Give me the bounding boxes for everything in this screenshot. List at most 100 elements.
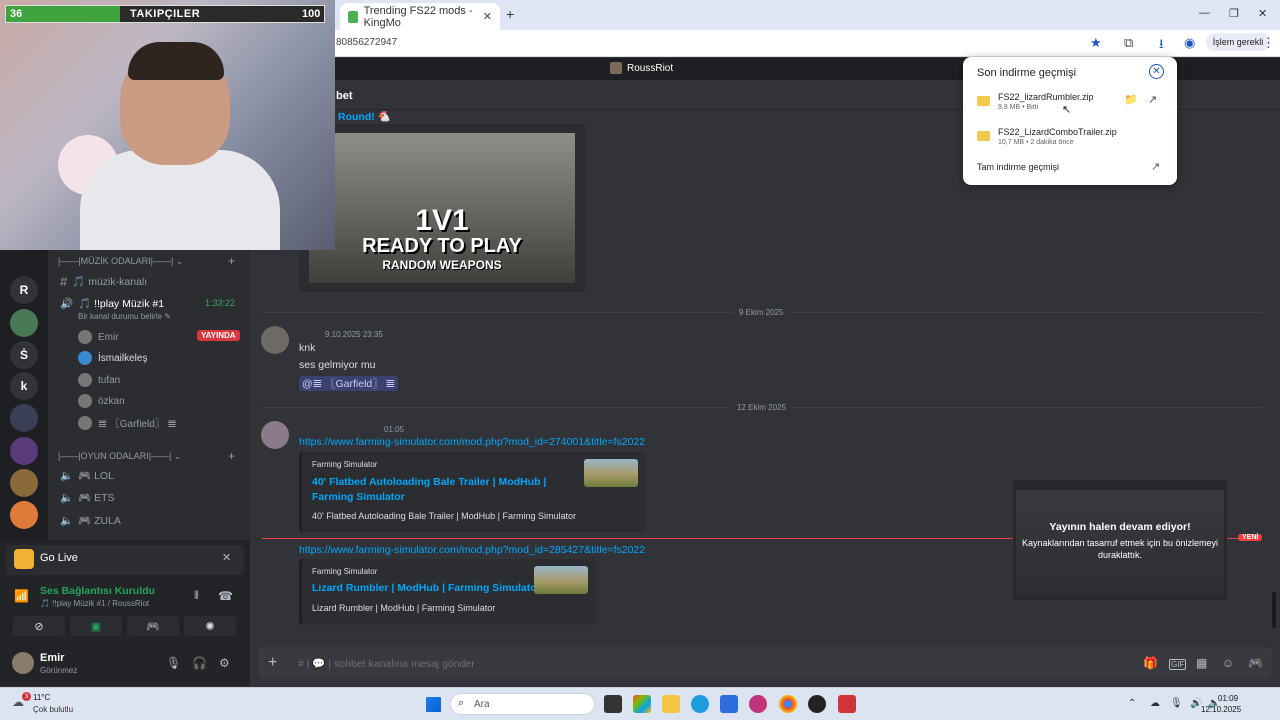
weather-temp[interactable]: 11°C bbox=[33, 693, 50, 702]
channel-muzik-kanali[interactable]: # 🎵 müzik-kanalı bbox=[60, 274, 147, 289]
emoji-icon[interactable]: ☺ bbox=[1222, 656, 1234, 670]
channel-zula[interactable]: 🔈 🎮 ZULA bbox=[60, 514, 121, 527]
minimize-button[interactable]: — bbox=[1199, 7, 1210, 19]
clock-time[interactable]: 01:09 bbox=[1218, 694, 1238, 703]
channel-play-muzik[interactable]: 🔊 🎵 !!play Müzik #1 bbox=[60, 297, 164, 310]
tab-close-icon[interactable]: ✕ bbox=[483, 10, 492, 23]
sticker-icon[interactable]: ▦ bbox=[1196, 656, 1207, 670]
tray-chevron-icon[interactable]: ⌃ bbox=[1128, 698, 1136, 709]
server-avatar-3[interactable] bbox=[10, 437, 38, 465]
download-meta: 9,8 MB • Bitti bbox=[998, 104, 1039, 111]
gif-icon[interactable]: GIF bbox=[1169, 659, 1187, 670]
category-games[interactable]: |——|OYUN ODALARI|——| ⌄ bbox=[58, 451, 181, 462]
action-required-button[interactable]: İşlem gerekli bbox=[1206, 33, 1270, 51]
voice-user[interactable]: tufan bbox=[78, 373, 120, 387]
embed-thumbnail[interactable] bbox=[584, 459, 638, 487]
close-icon[interactable]: ✕ bbox=[222, 551, 231, 564]
menu-icon[interactable]: ⋮ bbox=[1262, 35, 1275, 51]
new-tab-button[interactable]: + bbox=[506, 6, 514, 22]
extensions-icon[interactable]: ⧉ bbox=[1124, 35, 1133, 51]
app-icon[interactable] bbox=[838, 695, 856, 713]
activity-button[interactable]: 🎮 bbox=[127, 616, 179, 636]
category-music[interactable]: |——|MÜZİK ODALARI|——| ⌄ bbox=[58, 256, 183, 267]
close-icon[interactable]: ✕ bbox=[1149, 64, 1164, 79]
show-in-folder-icon[interactable]: 📁 bbox=[1124, 93, 1138, 106]
server-avatar-1[interactable] bbox=[10, 309, 38, 337]
activities-icon[interactable]: 🎮 bbox=[1248, 656, 1263, 670]
disconnect-icon[interactable]: ☎ bbox=[218, 589, 233, 603]
clock-date[interactable]: 12.10.2025 bbox=[1201, 705, 1241, 714]
avatar[interactable] bbox=[261, 421, 289, 449]
copilot-icon[interactable] bbox=[633, 695, 651, 713]
embed-thumbnail[interactable] bbox=[534, 566, 588, 594]
headphones-icon[interactable]: 🎧 bbox=[192, 656, 207, 670]
add-channel-music-icon[interactable]: + bbox=[228, 254, 235, 268]
downloads-icon[interactable]: ⭳ bbox=[1159, 35, 1164, 57]
embed-provider[interactable]: Farming Simulator bbox=[312, 567, 377, 576]
user-mention[interactable]: @𝌆 〖Garfield〗 𝌆 bbox=[299, 376, 399, 391]
browser-tab[interactable]: Trending FS22 mods - KingMo ✕ bbox=[340, 3, 500, 30]
screen-share-button[interactable]: ▣ bbox=[70, 616, 122, 636]
open-file-icon[interactable]: ↗ bbox=[1148, 93, 1157, 106]
user-name[interactable]: Emir bbox=[40, 652, 64, 664]
download-item[interactable]: FS22_lizardRumbler.zip 9,8 MB • Bitti bbox=[977, 92, 1094, 111]
obs-icon[interactable] bbox=[808, 695, 826, 713]
avatar[interactable] bbox=[12, 652, 34, 674]
edge-icon[interactable] bbox=[691, 695, 709, 713]
server-r[interactable]: R bbox=[10, 276, 38, 304]
voice-user[interactable]: Emir bbox=[78, 330, 119, 344]
voice-user[interactable]: 𝌆 〖Garfield〗 𝌆 bbox=[78, 415, 177, 430]
channel-status-hint[interactable]: Bir kanal durumu belirle ✎ bbox=[78, 312, 171, 321]
soundboard-button[interactable]: ✺ bbox=[184, 616, 236, 636]
noise-suppression-icon[interactable]: ⦀ bbox=[194, 590, 199, 603]
gift-icon[interactable]: 🎁 bbox=[1143, 656, 1158, 670]
maximize-button[interactable]: ❐ bbox=[1229, 7, 1239, 20]
voice-user[interactable]: özkan bbox=[78, 394, 125, 408]
onedrive-icon[interactable]: ☁ bbox=[1150, 698, 1160, 709]
channel-lol[interactable]: 🔈 🎮 LOL bbox=[60, 469, 114, 482]
composer-placeholder[interactable]: # | 💬 | sohbet kanalına mesaj gönder bbox=[298, 657, 475, 670]
url-text[interactable]: 80856272947 bbox=[336, 37, 397, 48]
server-avatar-5[interactable] bbox=[10, 501, 38, 529]
channel-ets[interactable]: 🔈 🎮 ETS bbox=[60, 491, 115, 504]
full-download-history-link[interactable]: Tam indirme geçmişi bbox=[977, 162, 1059, 172]
voice-connected-title[interactable]: Ses Bağlantısı Kuruldu bbox=[40, 585, 155, 597]
profile-icon[interactable]: ◉ bbox=[1184, 35, 1195, 51]
store-icon[interactable] bbox=[720, 695, 738, 713]
chrome-icon[interactable] bbox=[779, 695, 797, 713]
mic-icon[interactable]: 🎙 bbox=[166, 656, 181, 670]
mic-tray-icon[interactable]: 🎙 bbox=[1170, 698, 1183, 709]
taskbar-search[interactable] bbox=[450, 693, 595, 715]
follower-goal: 100 bbox=[302, 8, 321, 20]
server-k[interactable]: k bbox=[10, 372, 38, 400]
task-view-icon[interactable] bbox=[604, 695, 622, 713]
server-partial[interactable] bbox=[10, 254, 38, 264]
server-avatar-2[interactable] bbox=[10, 404, 38, 432]
server-avatar-4[interactable] bbox=[10, 469, 38, 497]
site-favicon-icon bbox=[348, 10, 358, 23]
follower-count: 36 bbox=[10, 8, 23, 20]
embed-title[interactable]: 40' Flatbed Autoloading Bale Trailer | M… bbox=[312, 475, 562, 505]
embed-provider[interactable]: Farming Simulator bbox=[312, 460, 377, 469]
avatar[interactable] bbox=[261, 326, 289, 354]
camera-button[interactable]: ⊘ bbox=[13, 616, 65, 636]
chat-scrollbar[interactable] bbox=[1272, 592, 1276, 628]
attach-plus-icon[interactable]: + bbox=[268, 654, 277, 672]
live-badge: YAYINDA bbox=[197, 330, 240, 341]
add-channel-games-icon[interactable]: + bbox=[228, 449, 235, 463]
server-s[interactable]: Ṡ bbox=[10, 341, 38, 369]
bookmark-star-icon[interactable]: ★ bbox=[1090, 35, 1102, 51]
opera-icon[interactable] bbox=[749, 695, 767, 713]
weather-condition[interactable]: Çok bulutlu bbox=[33, 705, 73, 714]
open-external-icon[interactable]: ↗ bbox=[1151, 160, 1160, 173]
close-window-button[interactable]: ✕ bbox=[1258, 7, 1267, 20]
download-item[interactable]: FS22_LizardComboTrailer.zip 10,7 MB • 2 … bbox=[977, 127, 1117, 146]
file-explorer-icon[interactable] bbox=[662, 695, 680, 713]
voice-user[interactable]: İsmailkeleş bbox=[78, 351, 147, 365]
settings-icon[interactable]: ⚙ bbox=[219, 656, 230, 670]
message-link[interactable]: https://www.farming-simulator.com/mod.ph… bbox=[299, 436, 645, 448]
embed-title[interactable]: Lizard Rumbler | ModHub | Farming Simula… bbox=[312, 581, 541, 596]
streamer-hoodie bbox=[80, 150, 280, 250]
message-link[interactable]: https://www.farming-simulator.com/mod.ph… bbox=[299, 544, 645, 556]
windows-start-icon[interactable] bbox=[426, 697, 441, 712]
